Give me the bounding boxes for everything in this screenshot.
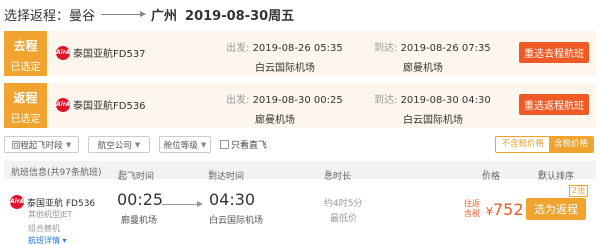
chevron-down-icon: ▾ [62,236,67,245]
segment-arrival: 到达: 2019-08-26 07:35 廊曼机场 [374,39,491,74]
departure-label: 出发: [226,95,250,106]
airline-filter[interactable]: 航空公司 ▼ [88,136,150,153]
row-duration: 约4时5分 [324,199,363,209]
sort-icon: ⇅ [325,169,331,177]
chevron-down-icon: ▼ [200,140,207,149]
row-arrival-airport: 白云国际机场 [209,216,264,226]
price-label-roundtrip: 往返 [464,199,480,208]
row-price: ¥752 [486,200,524,219]
route-origin: 选择返程：曼谷 [4,8,96,24]
departure-time: 2019-08-30 00:25 [252,95,343,106]
segment-arrival: 到达: 2019-08-30 04:30 白云国际机场 [374,91,491,126]
row-arrival-time: 04:30 [209,190,256,209]
header-flight-info: 航班信息(共97条航班) [11,168,102,178]
selected-segment-outbound: 去程 已选定 AirAsia 泰国亚航FD537 出发: 2019-08-26 … [4,31,596,76]
route-header: 选择返程：曼谷 广州 2019-08-30周五 [4,3,294,25]
row-aircraft: 其他机型JET [28,210,73,219]
row-airline-label: 泰国亚航 FD536 [27,198,96,209]
row-departure-airport: 廊曼机场 [121,216,158,226]
selected-segment-return: 返程 已选定 AirAsia 泰国亚航FD536 出发: 2019-08-30 … [4,83,596,128]
chevron-down-icon: ▼ [65,140,72,149]
segment-tag-title: 去程 [13,39,38,53]
reselect-return-button[interactable]: 重选返程航班 [519,94,589,115]
airasia-logo-icon: AirAsia [10,195,34,209]
return-departure-time-filter[interactable]: 回程起飞时段 ▼ [4,136,79,153]
segment-departure: 出发: 2019-08-30 00:25 廊曼机场 [226,91,343,126]
row-departure-time: 00:25 [117,190,164,209]
checkbox-box[interactable] [220,140,229,149]
segment-departure: 出发: 2019-08-26 05:35 白云国际机场 [226,39,343,74]
departure-time: 2019-08-26 05:35 [252,43,343,54]
flight-arrow-icon [162,201,203,207]
flight-row: AirAsia 泰国亚航 FD536 其他机型JET 组合替机 航班详情 ▾ 0… [4,180,596,245]
direct-only-label: 只看直飞 [231,141,268,151]
price-tax-toggle: 不含税价格 含税价格 [495,136,594,153]
chevron-down-icon: ▼ [134,140,141,149]
airasia-logo-icon: AirAsia [56,97,80,112]
cabin-class-filter[interactable]: 舱位等级 ▼ [159,136,211,153]
arrival-label: 到达: [374,95,398,106]
filter-bar: 回程起飞时段 ▼ 航空公司 ▼ 舱位等级 ▼ 只看直飞 [4,136,267,153]
segment-airline-label: 泰国亚航FD536 [73,101,146,112]
segment-tag-status: 已选定 [10,114,41,125]
price-value: 752 [493,200,524,219]
flight-detail-label: 航班详情 [28,236,60,245]
seats-left-badge: 2张 [569,185,589,197]
segment-tag-title: 返程 [13,91,38,105]
route-destination: 广州 [151,8,178,24]
departure-airport: 白云国际机场 [255,63,315,74]
row-airline: AirAsia 泰国亚航 FD536 [10,195,95,209]
airasia-logo-icon: AirAsia [56,45,80,60]
sort-icon: ⇅ [209,169,215,177]
route-date: 2019-08-30周五 [185,8,295,24]
arrival-airport: 廊曼机场 [403,63,443,74]
direct-only-checkbox[interactable]: 只看直飞 [220,138,267,151]
sort-icon: ⇅ [539,169,545,177]
row-price-labels: 往返 含税 [464,199,480,219]
segment-airline-label: 泰国亚航FD537 [73,49,146,60]
select-return-button[interactable]: 选为返程 [526,198,586,220]
route-arrow-icon [101,10,147,17]
departure-airport: 廊曼机场 [255,115,295,126]
arrival-airport: 白云国际机场 [403,115,463,126]
flight-detail-link[interactable]: 航班详情 ▾ [28,235,67,245]
row-lowest-price-tag: 最低价 [330,214,358,224]
segment-airline: AirAsia 泰国亚航FD536 [56,97,146,112]
row-combo: 组合替机 [28,224,60,233]
segment-tag: 返程 已选定 [4,83,47,128]
segment-tag: 去程 已选定 [4,31,47,76]
filter-label: 航空公司 [97,140,132,151]
price-label-tax: 含税 [464,209,480,218]
arrival-label: 到达: [374,43,398,54]
segment-tag-status: 已选定 [10,62,41,73]
arrival-time: 2019-08-30 04:30 [400,95,491,106]
flight-table-header: 航班信息(共97条航班) 起飞时间 ⇅ 到达时间 ⇅ 总时长 ⇅ 价格 ⇅ 默认排序 ⇅ [4,161,596,182]
segment-airline: AirAsia 泰国亚航FD537 [56,45,146,60]
price-excl-tax-option[interactable]: 不含税价格 [496,137,549,152]
departure-label: 出发: [226,43,250,54]
sort-icon: ⇅ [119,169,125,177]
arrival-time: 2019-08-26 07:35 [400,43,491,54]
sort-icon: ⇅ [483,169,489,177]
filter-label: 舱位等级 [163,140,198,151]
price-currency: ¥ [486,205,493,218]
reselect-outbound-button[interactable]: 重选去程航班 [519,42,589,63]
filter-label: 回程起飞时段 [11,140,63,151]
price-incl-tax-option[interactable]: 含税价格 [548,137,593,152]
